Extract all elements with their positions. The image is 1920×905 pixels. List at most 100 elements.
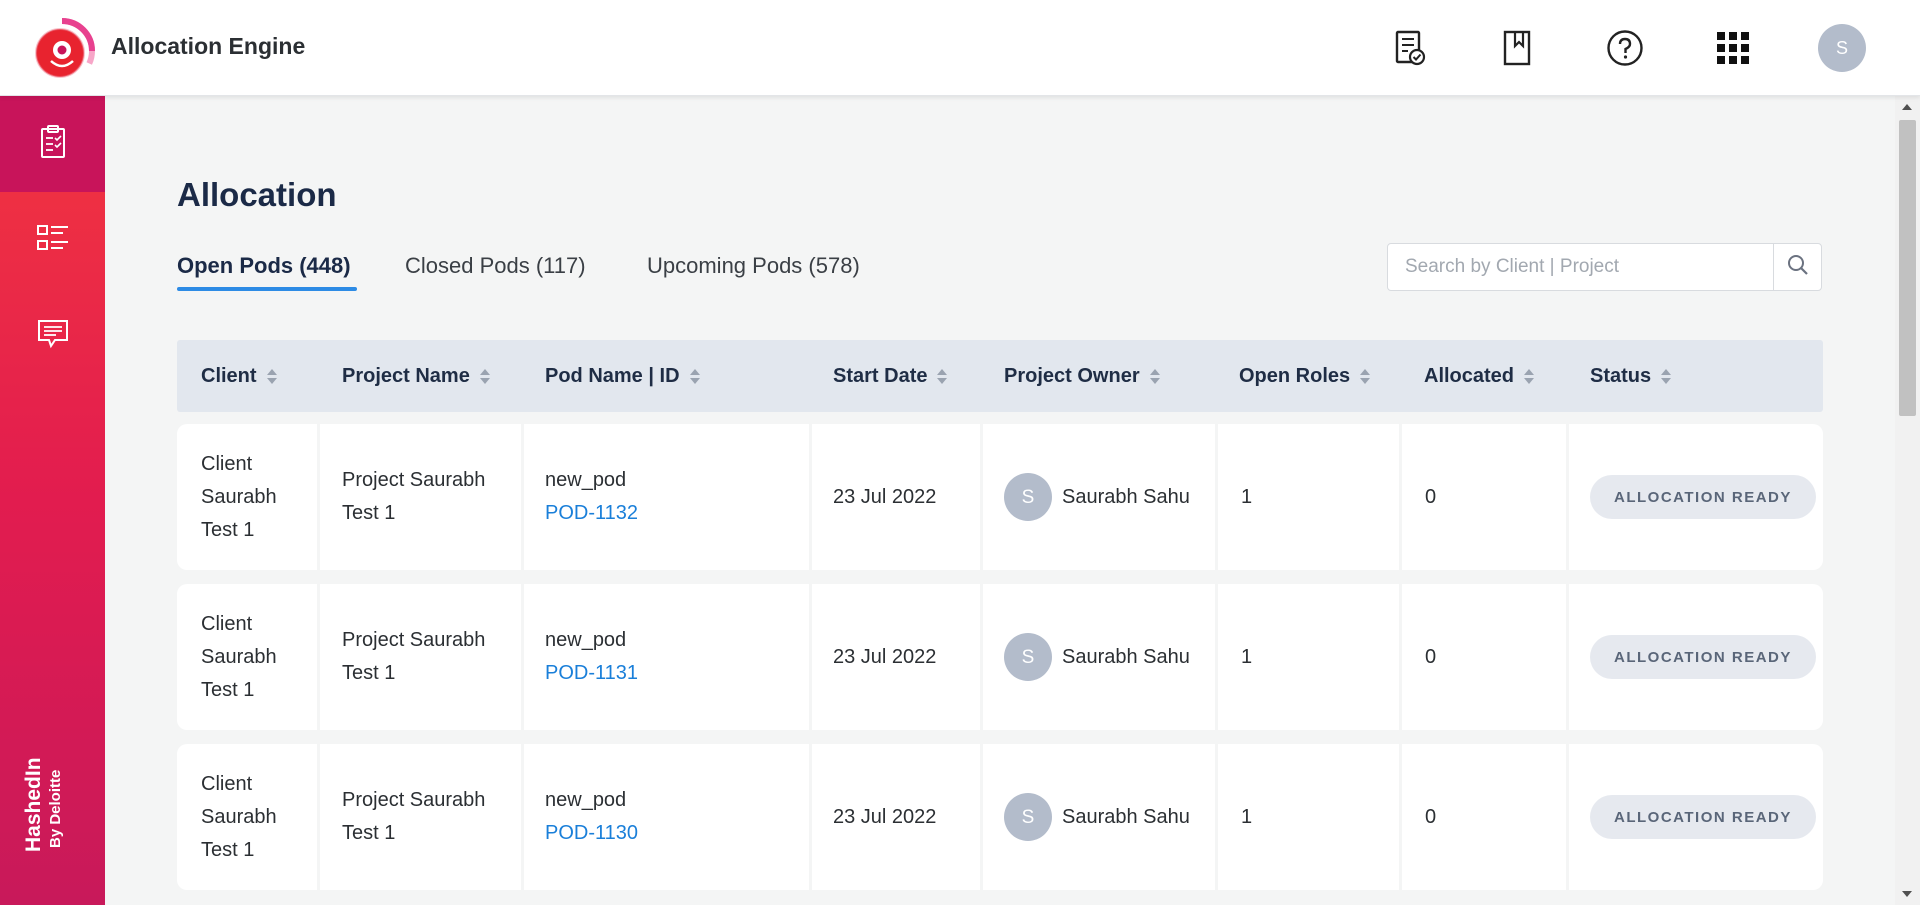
cell-divider <box>809 744 812 890</box>
start-date: 23 Jul 2022 <box>833 645 937 668</box>
pod-name: new_pod <box>545 789 627 811</box>
cell-project-name: Project Saurabh Test 1 <box>342 744 485 890</box>
cell-status: ALLOCATION READY <box>1590 584 1816 730</box>
status-badge: ALLOCATION READY <box>1590 795 1816 839</box>
page-title: Allocation <box>177 176 337 213</box>
scroll-down-icon[interactable] <box>1902 891 1912 897</box>
cell-open-roles: 1 <box>1241 584 1252 730</box>
cell-client: Client Saurabh Test 1 <box>201 744 277 890</box>
client-name: Test 1 <box>201 518 255 541</box>
app-logo[interactable] <box>28 17 96 84</box>
tab-closed-pods[interactable]: Closed Pods (117) <box>405 253 586 279</box>
brand-mark: HashedIn By Deloitte <box>22 757 82 853</box>
cell-project-owner: S Saurabh Sahu <box>1004 744 1190 890</box>
cell-project-name: Project Saurabh Test 1 <box>342 584 485 730</box>
cell-pod: new_pod POD-1132 <box>545 424 638 570</box>
client-name: Test 1 <box>201 838 255 861</box>
cell-project-name: Project Saurabh Test 1 <box>342 424 485 570</box>
cell-divider <box>317 424 320 570</box>
cell-divider <box>1215 744 1218 890</box>
client-name: Client <box>201 772 253 795</box>
bookmark-icon[interactable] <box>1497 28 1537 68</box>
client-name: Saurabh <box>201 645 277 668</box>
column-header-project-owner[interactable]: Project Owner <box>1004 340 1160 412</box>
column-header-status[interactable]: Status <box>1590 340 1672 412</box>
client-name: Saurabh <box>201 485 277 508</box>
tab-upcoming-pods[interactable]: Upcoming Pods (578) <box>647 253 860 279</box>
cell-divider <box>980 424 983 570</box>
sort-icon <box>937 368 948 384</box>
cell-divider <box>317 584 320 730</box>
open-roles-count: 1 <box>1241 645 1253 668</box>
cell-divider <box>1215 584 1218 730</box>
table-header: Client Project Name Pod Name | ID Start … <box>177 340 1823 412</box>
table-row[interactable]: Client Saurabh Test 1 Project Saurabh Test … <box>177 584 1823 730</box>
client-name: Client <box>201 452 253 475</box>
owner-name: Saurabh Sahu <box>1062 645 1190 668</box>
owner-name: Saurabh Sahu <box>1062 805 1190 828</box>
project-name: Project Saurabh <box>342 469 486 491</box>
cell-divider <box>1566 584 1569 730</box>
sidebar-item-allocation[interactable] <box>0 96 105 192</box>
table-row[interactable]: Client Saurabh Test 1 Project Saurabh Test … <box>177 424 1823 570</box>
sidebar-item-messages[interactable] <box>0 288 105 384</box>
avatar: S <box>1004 793 1052 841</box>
open-roles-count: 1 <box>1241 805 1253 828</box>
column-header-start-date[interactable]: Start Date <box>833 340 948 412</box>
search-input[interactable] <box>1388 244 1773 290</box>
user-avatar[interactable]: S <box>1818 24 1866 72</box>
search-icon <box>1787 254 1809 281</box>
cell-start-date: 23 Jul 2022 <box>833 584 936 730</box>
sort-icon <box>1149 368 1160 384</box>
pod-id-link[interactable]: POD-1131 <box>545 657 638 690</box>
column-label: Open Roles <box>1239 364 1351 387</box>
column-label: Project Owner <box>1004 364 1140 387</box>
sort-icon <box>689 368 700 384</box>
search-button[interactable] <box>1773 244 1821 290</box>
allocated-count: 0 <box>1425 645 1437 668</box>
sort-icon <box>1360 368 1371 384</box>
start-date: 23 Jul 2022 <box>833 805 937 828</box>
cell-divider <box>1566 744 1569 890</box>
project-name: Project Saurabh <box>342 629 486 651</box>
client-name: Client <box>201 612 253 635</box>
column-label: Client <box>201 364 257 387</box>
start-date: 23 Jul 2022 <box>833 485 937 508</box>
cell-allocated: 0 <box>1425 584 1436 730</box>
cell-divider <box>521 584 524 730</box>
cell-divider <box>1399 744 1402 890</box>
column-header-open-roles[interactable]: Open Roles <box>1239 340 1371 412</box>
avatar: S <box>1004 473 1052 521</box>
table-row[interactable]: Client Saurabh Test 1 Project Saurabh Test … <box>177 744 1823 890</box>
cell-divider <box>980 584 983 730</box>
client-name: Saurabh <box>201 805 277 828</box>
scroll-up-icon[interactable] <box>1902 104 1912 110</box>
report-check-icon[interactable] <box>1390 28 1430 68</box>
cell-open-roles: 1 <box>1241 744 1252 890</box>
pod-id-link[interactable]: POD-1132 <box>545 497 638 530</box>
pod-name: new_pod <box>545 629 627 651</box>
avatar: S <box>1004 633 1052 681</box>
top-bar: Allocation Engine S <box>0 0 1920 96</box>
tab-open-pods[interactable]: Open Pods (448) <box>177 253 351 279</box>
column-header-allocated[interactable]: Allocated <box>1424 340 1535 412</box>
cell-divider <box>1215 424 1218 570</box>
column-header-pod-name-id[interactable]: Pod Name | ID <box>545 340 700 412</box>
apps-grid-icon[interactable] <box>1713 28 1753 68</box>
project-name: Test 1 <box>342 662 396 684</box>
cell-divider <box>809 584 812 730</box>
status-badge: ALLOCATION READY <box>1590 635 1816 679</box>
cell-client: Client Saurabh Test 1 <box>201 424 277 570</box>
sort-icon <box>479 368 490 384</box>
column-label: Status <box>1590 364 1652 387</box>
cell-status: ALLOCATION READY <box>1590 424 1816 570</box>
cell-status: ALLOCATION READY <box>1590 744 1816 890</box>
sidebar-item-list[interactable] <box>0 192 105 288</box>
column-header-client[interactable]: Client <box>201 340 277 412</box>
scrollbar-thumb[interactable] <box>1899 120 1916 416</box>
help-icon[interactable] <box>1605 28 1645 68</box>
column-header-project-name[interactable]: Project Name <box>342 340 490 412</box>
column-label: Allocated <box>1424 364 1515 387</box>
page-scrollbar[interactable] <box>1895 96 1920 905</box>
pod-id-link[interactable]: POD-1130 <box>545 817 638 850</box>
